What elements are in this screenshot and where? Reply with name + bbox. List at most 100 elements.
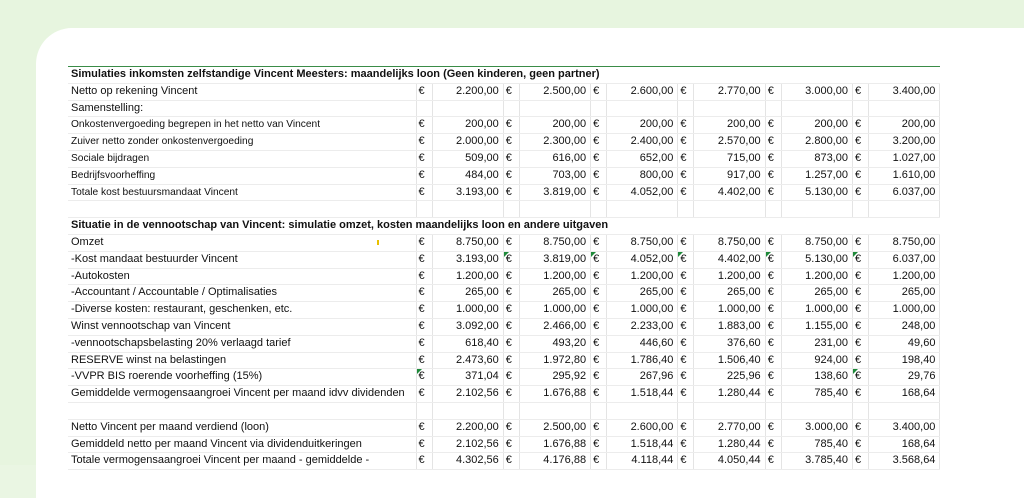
row-label[interactable]: Totale kost bestuursmandaat Vincent — [68, 184, 417, 202]
row-label[interactable]: Netto Vincent per maand verdiend (loon) — [68, 419, 417, 437]
currency-cell[interactable]: € — [765, 133, 782, 151]
value-cell[interactable]: 200,00 — [432, 116, 504, 135]
currency-cell[interactable]: € — [503, 133, 520, 151]
row-label[interactable]: Gemiddelde vermogensaangroei Vincent per… — [68, 385, 417, 403]
currency-cell[interactable]: € — [416, 452, 433, 471]
empty-cell[interactable] — [590, 200, 608, 219]
currency-cell[interactable]: € — [677, 452, 695, 471]
value-cell[interactable]: 2.233,00 — [606, 318, 679, 336]
value-cell[interactable]: 1.200,00 — [432, 268, 504, 286]
currency-cell[interactable]: € — [852, 452, 869, 471]
currency-cell[interactable]: € — [765, 83, 782, 101]
currency-cell[interactable]: € — [503, 352, 520, 370]
currency-cell[interactable]: € — [852, 318, 869, 336]
currency-cell[interactable]: € — [677, 301, 695, 319]
value-cell[interactable]: 703,00 — [519, 167, 592, 185]
value-cell[interactable]: 446,60 — [606, 335, 679, 353]
row-label[interactable]: -Kost mandaat bestuurder Vincent — [68, 251, 417, 269]
value-cell[interactable]: 924,00 — [781, 352, 853, 370]
currency-cell[interactable]: € — [590, 419, 608, 437]
currency-cell[interactable]: € — [590, 335, 608, 353]
value-cell[interactable]: 1.200,00 — [868, 268, 941, 286]
value-cell[interactable]: 2.300,00 — [519, 133, 592, 151]
currency-cell[interactable]: € — [852, 116, 869, 135]
currency-cell[interactable]: € — [416, 184, 433, 202]
currency-cell[interactable]: € — [765, 436, 782, 454]
value-cell[interactable]: 8.750,00 — [606, 234, 679, 252]
empty-cell[interactable] — [519, 402, 592, 420]
currency-cell[interactable]: € — [590, 301, 608, 319]
value-cell[interactable]: 2.500,00 — [519, 419, 592, 437]
value-cell[interactable]: 265,00 — [693, 284, 766, 303]
currency-cell[interactable]: € — [416, 318, 433, 336]
currency-cell[interactable]: € — [416, 234, 433, 252]
value-cell[interactable]: 3.400,00 — [868, 83, 941, 101]
empty-cell[interactable] — [677, 402, 695, 420]
currency-cell[interactable]: € — [852, 83, 869, 101]
value-cell[interactable]: 6.037,00 — [868, 251, 941, 269]
value-cell[interactable]: 1.676,88 — [519, 436, 592, 454]
currency-cell[interactable]: € — [416, 268, 433, 286]
currency-cell[interactable]: € — [590, 452, 608, 471]
currency-cell[interactable]: € — [503, 167, 520, 185]
currency-cell[interactable]: € — [765, 284, 782, 303]
value-cell[interactable] — [868, 100, 941, 118]
currency-cell[interactable]: € — [677, 335, 695, 353]
currency-cell[interactable]: € — [765, 335, 782, 353]
value-cell[interactable]: 1.883,00 — [693, 318, 766, 336]
value-cell[interactable]: 295,92 — [519, 368, 592, 387]
value-cell[interactable]: 3.819,00 — [519, 184, 592, 202]
currency-cell[interactable]: € — [765, 368, 782, 387]
currency-cell[interactable]: € — [677, 268, 695, 286]
currency-cell[interactable]: € — [765, 234, 782, 252]
currency-cell[interactable]: € — [503, 368, 520, 387]
row-label[interactable]: Winst vennootschap van Vincent — [68, 318, 417, 336]
value-cell[interactable]: 2.600,00 — [606, 419, 679, 437]
empty-cell[interactable] — [781, 402, 853, 420]
row-label[interactable]: -vennootschapsbelasting 20% verlaagd tar… — [68, 335, 417, 353]
value-cell[interactable]: 1.786,40 — [606, 352, 679, 370]
currency-cell[interactable]: € — [677, 234, 695, 252]
value-cell[interactable]: 1.000,00 — [606, 301, 679, 319]
value-cell[interactable]: 1.200,00 — [693, 268, 766, 286]
currency-cell[interactable]: € — [590, 133, 608, 151]
currency-cell[interactable]: € — [852, 150, 869, 168]
empty-cell[interactable] — [693, 402, 766, 420]
value-cell[interactable]: 1.000,00 — [868, 301, 941, 319]
row-label[interactable]: Bedrijfsvoorheffing — [68, 167, 417, 185]
currency-cell[interactable]: € — [503, 150, 520, 168]
currency-cell[interactable]: € — [503, 452, 520, 471]
value-cell[interactable]: 873,00 — [781, 150, 853, 168]
empty-cell[interactable] — [519, 200, 592, 219]
currency-cell[interactable]: € — [503, 116, 520, 135]
currency-cell[interactable]: € — [852, 436, 869, 454]
value-cell[interactable] — [693, 100, 766, 118]
currency-cell[interactable] — [677, 100, 695, 118]
currency-cell[interactable]: € — [765, 116, 782, 135]
currency-cell[interactable]: € — [590, 116, 608, 135]
value-cell[interactable]: 2.102,56 — [432, 385, 504, 403]
value-cell[interactable]: 3.000,00 — [781, 83, 853, 101]
value-cell[interactable]: 8.750,00 — [868, 234, 941, 252]
value-cell[interactable]: 3.092,00 — [432, 318, 504, 336]
row-label[interactable]: Sociale bijdragen — [68, 150, 417, 168]
value-cell[interactable]: 509,00 — [432, 150, 504, 168]
value-cell[interactable]: 5.130,00 — [781, 184, 853, 202]
row-label[interactable]: -Accountant / Accountable / Optimalisati… — [68, 284, 417, 303]
currency-cell[interactable]: € — [416, 116, 433, 135]
currency-cell[interactable]: € — [590, 284, 608, 303]
currency-cell[interactable]: € — [677, 133, 695, 151]
currency-cell[interactable]: € — [765, 150, 782, 168]
currency-cell[interactable]: € — [677, 385, 695, 403]
currency-cell[interactable]: € — [852, 284, 869, 303]
row-label[interactable]: -Diverse kosten: restaurant, geschenken,… — [68, 301, 417, 319]
value-cell[interactable]: 8.750,00 — [519, 234, 592, 252]
value-cell[interactable]: 715,00 — [693, 150, 766, 168]
value-cell[interactable]: 198,40 — [868, 352, 941, 370]
empty-cell[interactable] — [606, 402, 679, 420]
currency-cell[interactable]: € — [503, 251, 520, 269]
currency-cell[interactable]: € — [503, 301, 520, 319]
currency-cell[interactable]: € — [416, 284, 433, 303]
value-cell[interactable]: 2.770,00 — [693, 419, 766, 437]
currency-cell[interactable]: € — [416, 251, 433, 269]
